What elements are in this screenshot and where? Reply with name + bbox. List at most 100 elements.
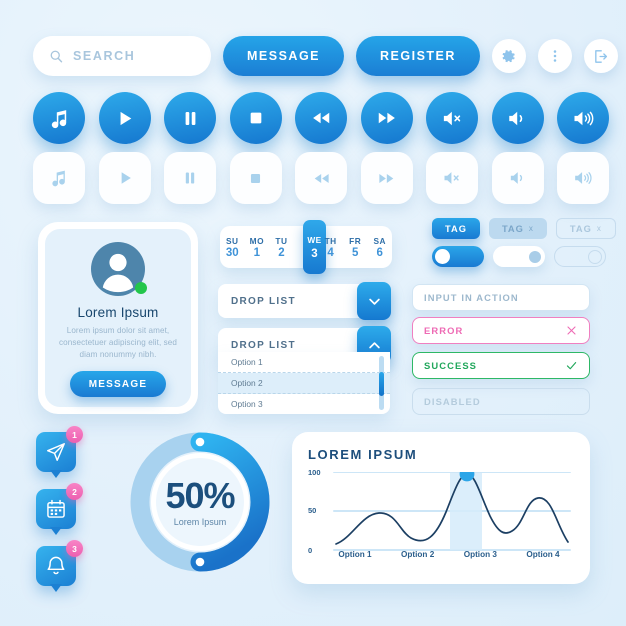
- input-in-action[interactable]: INPUT IN ACTION: [412, 284, 590, 311]
- calendar-day-tu[interactable]: TU 2: [269, 226, 294, 268]
- more-options-button[interactable]: [537, 39, 572, 73]
- tag-label: TAG: [569, 223, 592, 234]
- dropdown-option[interactable]: Option 2: [218, 373, 390, 394]
- tag-label: TAG: [501, 223, 524, 234]
- logout-button[interactable]: [583, 39, 618, 73]
- chart-card: LOREM IPSUM 100 50 0 Option 1 Option 2 O…: [292, 432, 590, 584]
- dropdown-scrollbar-thumb[interactable]: [379, 372, 384, 396]
- volume-high-button-light[interactable]: [557, 152, 609, 204]
- volume-high-icon: [575, 172, 592, 184]
- dropdown-options-panel: Option 1 Option 2 Option 3: [218, 352, 390, 414]
- music-button-light[interactable]: [33, 152, 85, 204]
- volume-low-button[interactable]: [491, 92, 544, 144]
- x-label-option-3: Option 3: [463, 550, 497, 559]
- notification-calendar[interactable]: 2: [36, 483, 83, 535]
- rewind-icon: [313, 112, 330, 124]
- rewind-button-light[interactable]: [295, 152, 347, 204]
- register-button[interactable]: REGISTER: [356, 36, 480, 76]
- calendar-day-fr[interactable]: FR 5: [343, 226, 368, 268]
- volume-high-button[interactable]: [557, 92, 609, 144]
- x-label-option-2: Option 2: [401, 550, 435, 559]
- calendar-day-sa[interactable]: SA 6: [367, 226, 392, 268]
- calendar-date: 30: [225, 246, 239, 259]
- rewind-button[interactable]: [295, 92, 347, 144]
- close-icon[interactable]: [565, 324, 578, 337]
- search-placeholder: SEARCH: [73, 49, 136, 63]
- music-note-icon: [51, 109, 66, 128]
- top-toolbar: SEARCH MESSAGE REGISTER: [33, 36, 618, 76]
- play-button-light[interactable]: [98, 152, 151, 204]
- dropdown-toggle-button[interactable]: [357, 282, 391, 320]
- stop-icon: [250, 112, 261, 124]
- fast-forward-button-light[interactable]: [360, 152, 413, 204]
- play-button[interactable]: [98, 92, 151, 144]
- toggle-knob: [588, 249, 602, 264]
- pause-button-light[interactable]: [164, 152, 216, 204]
- pause-button[interactable]: [164, 92, 216, 144]
- progress-donut: 50% Lorem Ipsum: [126, 428, 274, 576]
- calendar-date: 2: [278, 246, 285, 259]
- mute-button[interactable]: [426, 92, 478, 144]
- tag-close-icon[interactable]: x: [529, 224, 534, 233]
- tag-soft[interactable]: TAG x: [488, 218, 547, 239]
- online-status-dot: [135, 282, 147, 294]
- play-icon: [120, 111, 132, 125]
- toggle-on[interactable]: [432, 246, 484, 267]
- settings-button[interactable]: [491, 39, 526, 73]
- dropdown-scrollbar[interactable]: [379, 356, 384, 410]
- profile-card: Lorem Ipsum Lorem ipsum dolor sit amet, …: [38, 222, 198, 414]
- send-icon: [47, 443, 65, 461]
- calendar-dow: SA: [373, 235, 387, 246]
- x-label-option-1: Option 1: [338, 550, 372, 559]
- bell-icon: [47, 556, 65, 575]
- tag-label: TAG: [445, 223, 467, 234]
- notification-tail: [50, 470, 62, 478]
- notification-tail: [50, 527, 62, 535]
- calendar-day-mo[interactable]: MO 1: [245, 226, 270, 268]
- input-value: ERROR: [424, 325, 464, 336]
- volume-low-icon: [509, 111, 523, 125]
- volume-mute-icon: [444, 172, 459, 184]
- kebab-menu-icon: [553, 50, 557, 62]
- calendar-icon: [47, 499, 65, 518]
- volume-low-icon: [510, 172, 522, 184]
- mute-button-light[interactable]: [426, 152, 478, 204]
- calendar-date: 3: [311, 247, 318, 260]
- input-error[interactable]: ERROR: [412, 317, 590, 344]
- volume-low-button-light[interactable]: [491, 152, 544, 204]
- calendar-day-su[interactable]: SU 30: [220, 226, 245, 268]
- ui-kit-canvas: SEARCH MESSAGE REGISTER Lorem Ipsum Lore…: [0, 0, 626, 626]
- calendar-date: 4: [327, 246, 334, 259]
- notification-badge: 2: [66, 483, 83, 500]
- dropdown-option[interactable]: Option 3: [218, 394, 390, 414]
- tag-active[interactable]: TAG: [432, 218, 480, 239]
- donut-chart: [130, 432, 270, 572]
- tag-close-icon[interactable]: x: [597, 224, 602, 233]
- stop-button-light[interactable]: [229, 152, 282, 204]
- input-success[interactable]: SUCCESS: [412, 352, 590, 379]
- stop-icon: [250, 173, 261, 183]
- logout-icon: [595, 49, 608, 63]
- tag-disabled[interactable]: TAG x: [555, 218, 616, 239]
- stop-button[interactable]: [229, 92, 282, 144]
- profile-message-button[interactable]: MESSAGE: [69, 371, 167, 397]
- search-input[interactable]: SEARCH: [33, 36, 211, 76]
- volume-high-icon: [573, 111, 593, 125]
- notification-send[interactable]: 1: [36, 426, 83, 478]
- fast-forward-button[interactable]: [360, 92, 413, 144]
- message-button[interactable]: MESSAGE: [223, 36, 345, 76]
- play-icon: [121, 172, 131, 184]
- calendar-day-th[interactable]: TH 4: [318, 226, 343, 268]
- volume-mute-icon: [443, 111, 460, 125]
- calendar-dow: SU: [226, 235, 239, 246]
- calendar-dow: FR: [349, 235, 362, 246]
- profile-description: Lorem ipsum dolor sit amet, consectetuer…: [58, 326, 178, 359]
- x-label-option-4: Option 4: [526, 550, 560, 559]
- notification-bell[interactable]: 3: [36, 540, 83, 592]
- chevron-down-icon: [368, 298, 380, 305]
- toggle-off[interactable]: [493, 246, 545, 267]
- notification-badge: 3: [66, 540, 83, 557]
- dropdown-option[interactable]: Option 1: [218, 352, 390, 373]
- dropdown-closed[interactable]: DROP LIST: [218, 282, 391, 320]
- music-button[interactable]: [33, 92, 85, 144]
